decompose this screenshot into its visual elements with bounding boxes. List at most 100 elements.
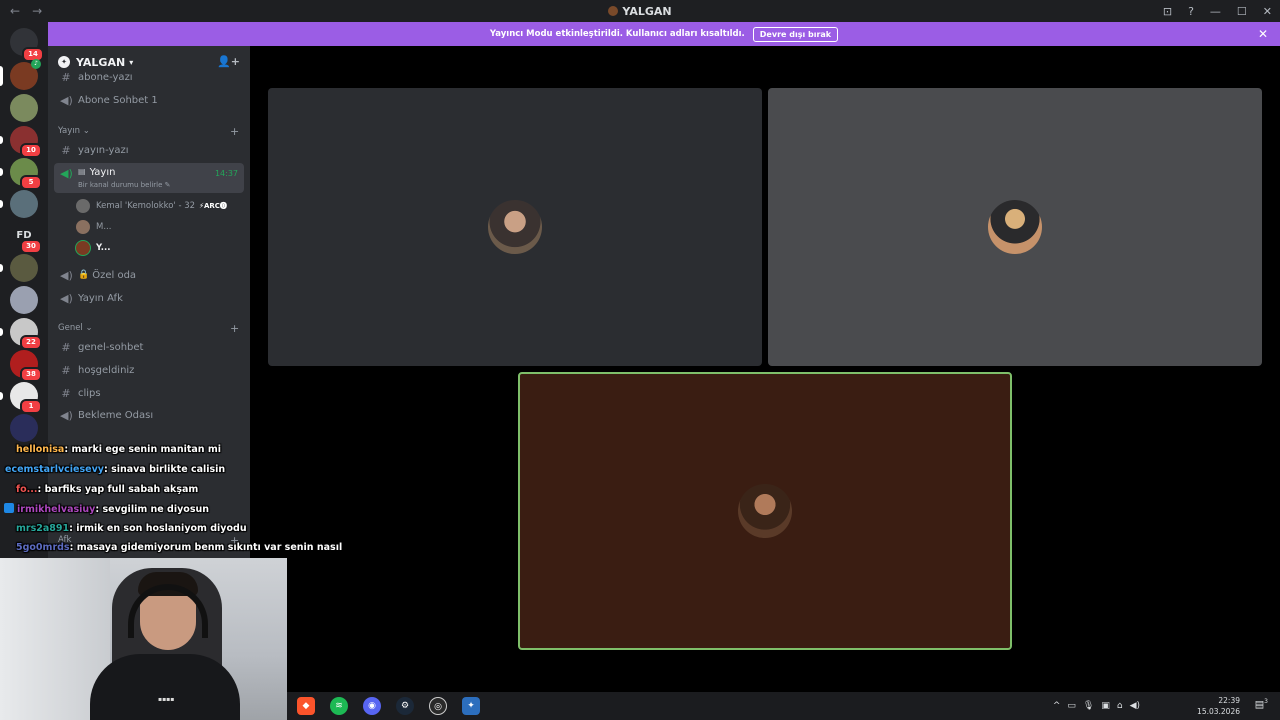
close-window-button[interactable]: ✕ xyxy=(1263,5,1272,18)
clock[interactable]: 22:39 15.03.2026 xyxy=(1197,695,1240,717)
channel-bekleme-odasi[interactable]: ◀) Bekleme Odası xyxy=(54,405,244,425)
back-arrow-icon[interactable]: ← xyxy=(10,4,20,18)
hash-icon: # xyxy=(61,363,71,377)
obs-icon[interactable]: ◎ xyxy=(429,697,447,715)
close-banner-icon[interactable]: ✕ xyxy=(1258,27,1268,41)
microphone-icon[interactable]: 🎙 xyxy=(1083,701,1094,711)
chat-message: ecemstarlvciesevy: sinava birlikte calis… xyxy=(5,464,225,475)
server-icon[interactable]: 5 xyxy=(0,158,42,190)
chat-text: : sevgilim ne diyosun xyxy=(95,504,210,515)
participant-tile[interactable] xyxy=(768,88,1262,366)
minimize-button[interactable]: — xyxy=(1210,5,1221,18)
voice-user[interactable]: Kemal 'Kemolokko' - 32 ⚡ARC⓿ xyxy=(76,197,227,215)
selected-indicator xyxy=(0,66,3,86)
chat-message: mrs2a891: irmik en son hoslaniyom diyodu xyxy=(16,523,247,534)
chat-username: fo... xyxy=(16,484,38,495)
chat-text: : masaya gidemiyorum benm sıkıntı var se… xyxy=(69,542,343,553)
maximize-button[interactable]: ☐ xyxy=(1237,5,1247,18)
avatar xyxy=(76,199,90,213)
webcam-overlay: ▪▪▪▪ xyxy=(0,558,287,720)
screen-capture-icon[interactable]: ▣ xyxy=(1101,701,1110,711)
voice-user[interactable]: Y... xyxy=(76,239,110,257)
server-icon-yalgan[interactable]: ♪ xyxy=(0,59,41,90)
app-icon[interactable]: ✦ xyxy=(462,697,480,715)
hash-icon: # xyxy=(61,143,71,157)
channel-ozel-oda[interactable]: ◀) 🔒 Özel oda xyxy=(54,265,244,285)
invite-people-icon[interactable]: 👤+ xyxy=(217,55,240,68)
clock-date: 15.03.2026 xyxy=(1197,707,1240,716)
display-icon[interactable]: ▭ xyxy=(1067,701,1076,711)
chat-message: irmikhelvasiuy: sevgilim ne diyosun xyxy=(4,503,209,515)
server-icon[interactable]: 22 xyxy=(0,318,42,350)
category-genel[interactable]: Genel ⌄ + xyxy=(58,322,239,335)
voice-user-name: M... xyxy=(96,222,112,232)
network-icon[interactable]: ⌂ xyxy=(1117,701,1123,711)
channel-label: Yayın Afk xyxy=(78,292,123,304)
steam-icon[interactable]: ⚙ xyxy=(396,697,414,715)
chat-message: hellonisa: marki ege senin manitan mi xyxy=(16,444,221,455)
hash-icon: # xyxy=(61,386,71,400)
server-icon xyxy=(608,5,619,16)
add-channel-icon[interactable]: + xyxy=(230,322,239,335)
chevron-down-icon: ⌄ xyxy=(82,126,90,136)
unread-indicator xyxy=(0,264,3,272)
forward-arrow-icon[interactable]: → xyxy=(32,4,42,18)
chat-username: 5go0mrds xyxy=(16,542,70,553)
server-icon[interactable] xyxy=(0,254,38,282)
brave-browser-icon[interactable]: ◆ xyxy=(297,697,315,715)
volume-icon[interactable]: ◀) xyxy=(1130,701,1140,711)
category-yayin[interactable]: Yayın ⌄ + xyxy=(58,125,239,138)
server-icon[interactable] xyxy=(10,286,38,314)
window-title-text: YALGAN xyxy=(622,4,672,18)
server-icon[interactable]: 1 xyxy=(0,382,42,414)
server-icon[interactable]: 10 xyxy=(0,126,42,158)
hash-icon: # xyxy=(61,340,71,354)
spotify-icon[interactable]: ≋ xyxy=(330,697,348,715)
voice-user-name: Kemal 'Kemolokko' - 32 xyxy=(96,201,196,211)
inbox-icon[interactable]: ⊡ xyxy=(1163,5,1172,18)
speaker-icon: ◀) xyxy=(60,408,73,422)
chat-text: : sinava birlikte calisin xyxy=(103,464,226,475)
server-icon[interactable] xyxy=(0,190,38,218)
participant-tile-speaking[interactable] xyxy=(518,372,1012,650)
unread-indicator xyxy=(0,200,3,208)
disable-streamer-mode-button[interactable]: Devre dışı bırak xyxy=(752,26,839,42)
channel-yayin-voice[interactable]: ◀) ▤ Yayın 14:37 Bir kanal durumu belirl… xyxy=(54,163,244,193)
channel-abone-sohbet[interactable]: ◀) Abone Sohbet 1 xyxy=(54,90,244,110)
channel-abone-yazi[interactable]: # abone-yazı xyxy=(54,70,244,84)
channel-status[interactable]: Bir kanal durumu belirle ✎ xyxy=(78,181,171,189)
chat-username: ecemstarlvciesevy xyxy=(5,464,104,475)
channel-yayin-afk[interactable]: ◀) Yayın Afk xyxy=(54,288,244,308)
server-icon[interactable] xyxy=(10,94,38,122)
avatar xyxy=(76,220,90,234)
show-hidden-icons-icon[interactable]: ^ xyxy=(1053,701,1061,711)
discord-icon[interactable]: ◉ xyxy=(363,697,381,715)
avatar xyxy=(488,200,542,254)
participant-tile[interactable] xyxy=(268,88,762,366)
shirt-logo: ▪▪▪▪ xyxy=(158,696,175,703)
chat-text: : barfiks yap full sabah akşam xyxy=(37,484,199,495)
home-button[interactable]: 14 xyxy=(10,28,44,62)
stage-icon: ▤ xyxy=(78,167,86,176)
chat-message: fo...: barfiks yap full sabah akşam xyxy=(16,484,198,495)
channel-hosgeldiniz[interactable]: # hoşgeldiniz xyxy=(54,360,244,380)
taskbar: ◆ ≋ ◉ ⚙ ◎ ✦ ^ ▭ 🎙 ▣ ⌂ ◀) 22:39 15.03.202… xyxy=(287,692,1280,720)
server-icon[interactable] xyxy=(10,414,38,442)
unread-badge: 5 xyxy=(20,175,42,190)
server-icon[interactable]: 38 xyxy=(10,350,42,382)
avatar xyxy=(738,484,792,538)
notification-center[interactable]: ▤3 xyxy=(1255,698,1268,710)
help-icon[interactable]: ? xyxy=(1188,5,1194,18)
server-icon-fd[interactable]: FD 30 xyxy=(10,222,42,254)
chat-username: irmikhelvasiuy xyxy=(17,504,96,515)
unread-indicator xyxy=(0,168,3,176)
category-label: Genel xyxy=(58,323,83,333)
channel-yayin-yazi[interactable]: # yayın-yazı xyxy=(54,140,244,160)
channel-clips[interactable]: # clips xyxy=(54,383,244,403)
voice-icon: ♪ xyxy=(31,59,41,69)
category-label: Yayın xyxy=(58,126,81,136)
add-channel-icon[interactable]: + xyxy=(230,125,239,138)
channel-genel-sohbet[interactable]: # genel-sohbet xyxy=(54,337,244,357)
voice-user[interactable]: M... xyxy=(76,218,111,236)
speaker-icon: ◀) xyxy=(60,268,73,282)
